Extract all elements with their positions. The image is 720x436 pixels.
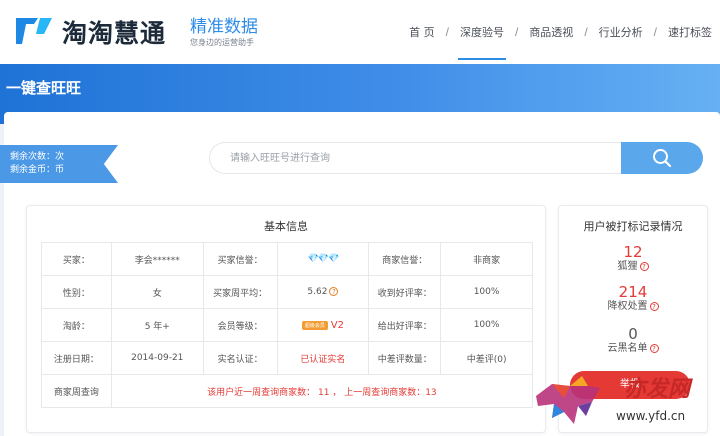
nav-product-insight[interactable]: 商品透视 <box>521 4 581 60</box>
wangwang-search-input[interactable] <box>209 142 621 174</box>
nav-deep-check[interactable]: 深度验号 <box>452 4 512 60</box>
stat-fox-label: 狐狸 <box>617 261 638 272</box>
balance-ribbon: 剩余次数：次 剩余金币：币 <box>0 145 118 183</box>
seller-credit-value: 非商家 <box>440 242 533 276</box>
product-title: 精准数据 <box>190 17 258 37</box>
remaining-coins: 剩余金币：币 <box>10 165 65 175</box>
table-row: 性别： 女 买家周平均： 5.62? 收到好评率： 100% <box>41 275 533 309</box>
table-row: 商家周查询 该用户近一周查询商家数： 11 ， 上一周查询商家数：13 <box>41 374 534 408</box>
page-title: 一键查旺旺 <box>6 79 82 97</box>
seller-credit-label: 商家信誉： <box>368 242 442 276</box>
vip-badge: 超级会员 <box>301 320 328 330</box>
stat-fox-value: 12 <box>623 243 643 261</box>
mark-record-title: 用户被打标记录情况 <box>583 220 683 233</box>
member-level-label: 会员等级： <box>202 308 278 342</box>
gender-label: 性别： <box>41 275 112 309</box>
product-subtitle: 您身边的运营助手 <box>190 38 254 47</box>
nav-separator: / <box>584 25 588 39</box>
help-icon[interactable]: ? <box>649 343 659 353</box>
real-name-label: 实名认证： <box>202 341 278 375</box>
received-praise-value: 100% <box>440 275 533 309</box>
nav-separator: / <box>445 25 449 39</box>
remaining-count: 剩余次数：次 <box>10 152 65 162</box>
bad-review-label: 中差评数量： <box>368 341 442 375</box>
diamond-icon: 💎💎💎 <box>307 254 340 264</box>
main-nav: 首 页 / 深度验号 / 商品透视 / 行业分析 / 速打标签 <box>401 0 720 64</box>
nav-quick-tag[interactable]: 速打标签 <box>660 4 720 60</box>
basic-info-title: 基本信息 <box>264 220 308 233</box>
stat-fox: 12 狐狸? <box>559 244 707 274</box>
bad-review-value: 中差评(0) <box>440 341 533 375</box>
nav-separator: / <box>653 25 657 39</box>
weekly-avg-cell: 5.62? <box>276 275 370 309</box>
logo-icon[interactable] <box>14 14 54 48</box>
register-date-label: 注册日期： <box>41 341 112 375</box>
member-level-value: V2 <box>330 319 344 331</box>
search-button[interactable] <box>621 142 703 174</box>
stat-cloud-blacklist-label: 云黑名单 <box>607 343 648 354</box>
stat-demotion: 214 降权处置? <box>559 284 707 314</box>
register-date-value: 2014-09-21 <box>110 341 204 375</box>
given-praise-label: 给出好评率： <box>368 308 442 342</box>
received-praise-label: 收到好评率： <box>368 275 442 309</box>
stat-demotion-value: 214 <box>618 283 648 301</box>
weekly-avg-value: 5.62 <box>307 287 328 297</box>
watermark-title: 亦发网 <box>624 376 693 402</box>
top-bar: 淘淘慧通 精准数据 您身边的运营助手 首 页 / 深度验号 / 商品透视 / 行… <box>0 0 720 64</box>
taobao-age-label: 淘龄： <box>41 308 112 342</box>
table-row: 淘龄： 5 年+ 会员等级： 超级会员 V2 给出好评率： 100% <box>41 308 533 342</box>
buyer-credit-value: 💎💎💎 <box>276 242 370 276</box>
member-level-cell: 超级会员 V2 <box>276 308 370 342</box>
weekly-avg-label: 买家周平均： <box>202 275 278 309</box>
basic-info-table: 买家： 李会****** 买家信誉： 💎💎💎 商家信誉： 非商家 性别： 女 买… <box>41 242 534 408</box>
logo-text[interactable]: 淘淘慧通 <box>62 14 166 50</box>
gender-value: 女 <box>110 275 204 309</box>
help-icon[interactable]: ? <box>639 261 649 271</box>
help-icon[interactable]: ? <box>329 287 339 296</box>
taobao-age-value: 5 年+ <box>110 308 204 342</box>
buyer-label: 买家： <box>41 242 112 276</box>
help-icon[interactable]: ? <box>649 301 659 311</box>
nav-separator: / <box>514 25 519 39</box>
search-icon <box>653 149 672 168</box>
stat-demotion-label: 降权处置 <box>607 301 648 312</box>
stat-cloud-blacklist-value: 0 <box>628 325 638 343</box>
merchant-query-label: 商家周查询 <box>41 374 112 408</box>
real-name-value: 已认证实名 <box>276 341 370 375</box>
merchant-query-value: 该用户近一周查询商家数： 11 ， 上一周查询商家数：13 <box>110 374 534 408</box>
basic-info-card: 基本信息 买家： 李会****** 买家信誉： 💎💎💎 商家信誉： 非商家 性别… <box>26 205 546 433</box>
stat-cloud-blacklist: 0 云黑名单? <box>559 326 707 356</box>
watermark-url: www.yfd.cn <box>616 409 685 423</box>
nav-industry-analysis[interactable]: 行业分析 <box>591 4 651 60</box>
buyer-value: 李会****** <box>110 242 204 276</box>
given-praise-value: 100% <box>440 308 533 342</box>
table-row: 注册日期： 2014-09-21 实名认证： 已认证实名 中差评数量： 中差评(… <box>41 341 533 375</box>
watermark-logo: 亦发网 www.yfd.cn <box>536 376 693 424</box>
buyer-credit-label: 买家信誉： <box>202 242 278 276</box>
table-row: 买家： 李会****** 买家信誉： 💎💎💎 商家信誉： 非商家 <box>41 242 533 276</box>
nav-home[interactable]: 首 页 <box>401 4 443 60</box>
